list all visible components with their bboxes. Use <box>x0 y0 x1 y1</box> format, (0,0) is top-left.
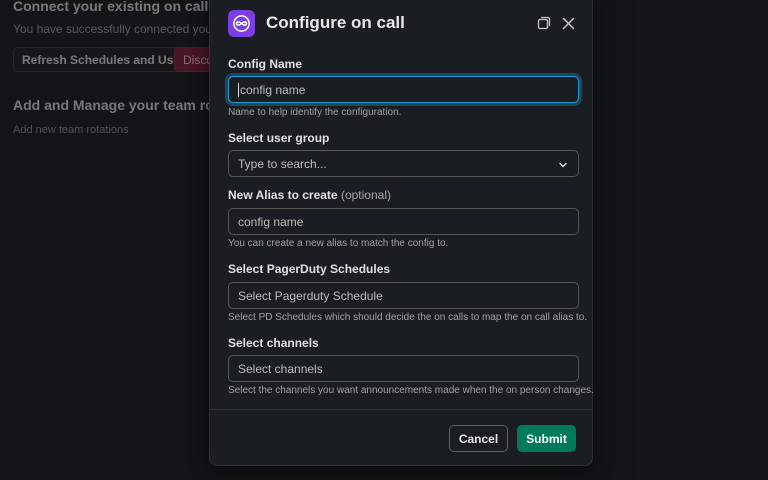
user-group-label: Select user group <box>228 131 330 145</box>
user-group-placeholder: Type to search... <box>238 156 327 171</box>
config-name-label: Config Name <box>228 57 303 71</box>
configure-modal: Configure on call Config Name config nam… <box>209 0 594 466</box>
channels-select[interactable]: Select channels <box>228 355 579 382</box>
expand-window-icon[interactable] <box>536 15 552 31</box>
channels-label: Select channels <box>228 336 319 350</box>
text-caret <box>238 82 239 97</box>
schedules-hint: Select PD Schedules which should decide … <box>228 312 588 323</box>
schedules-select[interactable]: Select Pagerduty Schedule <box>228 282 579 309</box>
submit-button[interactable]: Submit <box>517 425 576 452</box>
modal-header: Configure on call <box>210 0 592 46</box>
footer-divider <box>210 409 592 410</box>
schedules-label: Select PagerDuty Schedules <box>228 262 391 276</box>
alias-placeholder: config name <box>238 214 304 229</box>
alias-label-text: New Alias to create <box>228 188 338 202</box>
alias-label: New Alias to create (optional) <box>228 188 391 202</box>
close-icon[interactable] <box>560 15 576 31</box>
config-name-input[interactable]: config name <box>228 76 579 103</box>
alias-input[interactable]: config name <box>228 208 579 235</box>
user-group-select[interactable]: Type to search... <box>228 150 579 177</box>
alias-hint: You can create a new alias to match the … <box>228 238 449 249</box>
modal-title: Configure on call <box>266 13 405 32</box>
channels-hint: Select the channels you want announcemen… <box>228 385 594 396</box>
schedules-placeholder: Select Pagerduty Schedule <box>238 288 383 303</box>
config-name-hint: Name to help identify the configuration. <box>228 107 402 118</box>
channels-placeholder: Select channels <box>238 361 323 376</box>
infinity-link-icon <box>228 10 255 37</box>
chevron-down-icon <box>558 159 568 173</box>
cancel-button[interactable]: Cancel <box>449 425 508 452</box>
config-name-placeholder: config name <box>240 82 306 97</box>
optional-tag: (optional) <box>340 188 391 202</box>
